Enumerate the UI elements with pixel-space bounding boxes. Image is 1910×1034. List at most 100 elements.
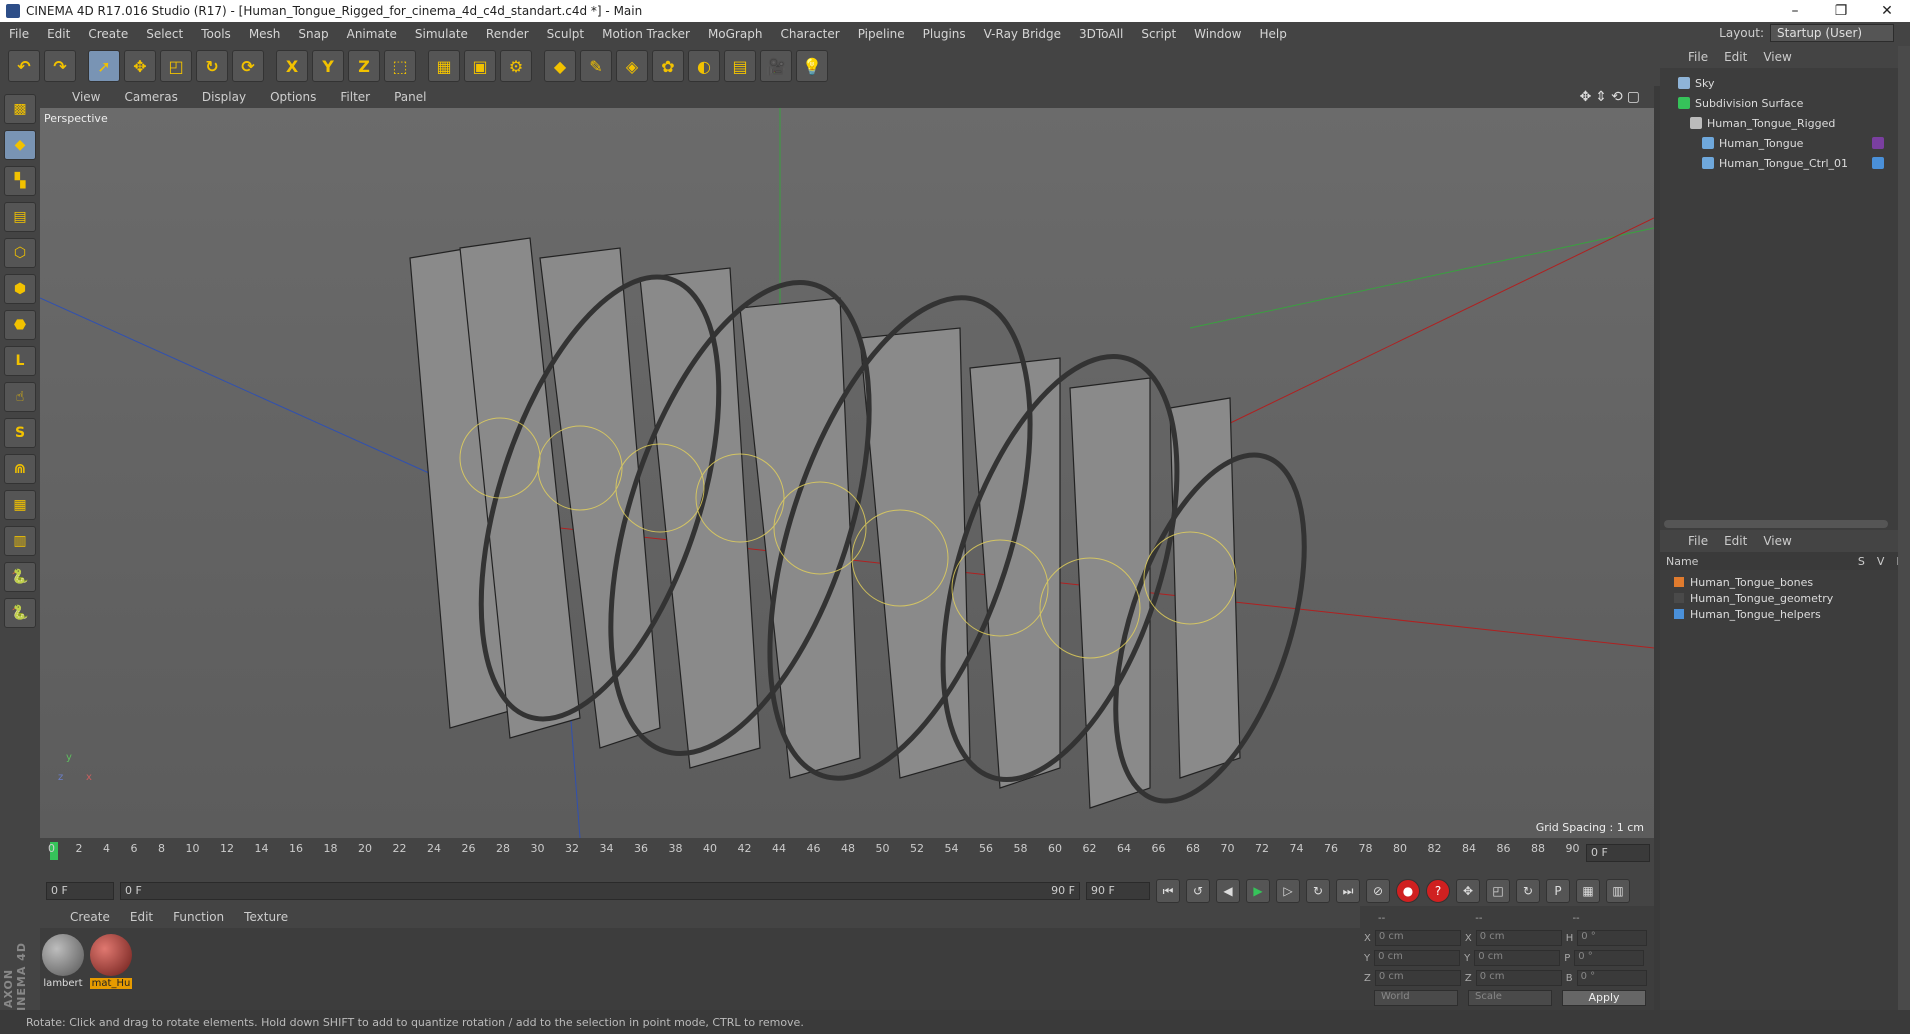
viewport-menu-options[interactable]: Options	[258, 90, 328, 104]
play-icon[interactable]: ▶	[1246, 879, 1270, 903]
light-icon[interactable]: 💡	[796, 50, 828, 82]
position-x-field[interactable]: 0 cm	[1374, 930, 1461, 946]
workplane-snap-icon[interactable]: ▥	[4, 526, 36, 556]
object-manager-scrollbar[interactable]	[1664, 520, 1888, 528]
menu-create[interactable]: Create	[79, 27, 137, 41]
objects-menu-edit[interactable]: Edit	[1716, 50, 1755, 64]
viewport-menu-view[interactable]: View	[60, 90, 112, 104]
menu-select[interactable]: Select	[137, 27, 192, 41]
timeline-window-icon[interactable]: ▥	[1606, 879, 1630, 903]
frame-range-slider[interactable]: 0 F 90 F	[120, 882, 1080, 900]
position-y-field[interactable]: 0 cm	[1374, 950, 1461, 966]
redo-icon[interactable]: ↷	[44, 50, 76, 82]
viewport-menu-cameras[interactable]: Cameras	[112, 90, 189, 104]
menu-character[interactable]: Character	[771, 27, 848, 41]
layers-menu-edit[interactable]: Edit	[1716, 534, 1755, 548]
key-position-icon[interactable]: ✥	[1456, 879, 1480, 903]
key-rotation-icon[interactable]: ↻	[1516, 879, 1540, 903]
layer-color-swatch[interactable]	[1674, 577, 1684, 587]
rotation-p-field[interactable]: 0 °	[1574, 950, 1645, 966]
model-mode-icon[interactable]: ◆	[4, 130, 36, 160]
position-z-field[interactable]: 0 cm	[1374, 970, 1461, 986]
key-scale-icon[interactable]: ◰	[1486, 879, 1510, 903]
y-axis-lock-button[interactable]: Y	[312, 50, 344, 82]
workplane-lock-icon[interactable]: ▦	[4, 490, 36, 520]
z-axis-lock-button[interactable]: Z	[348, 50, 380, 82]
material-mat-hu[interactable]: mat_Hu	[90, 934, 132, 989]
minimize-button[interactable]: –	[1772, 0, 1818, 22]
material-menu-texture[interactable]: Texture	[234, 910, 298, 924]
material-lambert[interactable]: lambert	[42, 934, 84, 989]
rotate-icon[interactable]: ↻	[196, 50, 228, 82]
texture-mode-icon[interactable]: ▚	[4, 166, 36, 196]
goto-end-icon[interactable]: ⏭	[1336, 879, 1360, 903]
size-x-field[interactable]: 0 cm	[1475, 930, 1562, 946]
menu-edit[interactable]: Edit	[38, 27, 79, 41]
camera-icon[interactable]: 🎥	[760, 50, 792, 82]
menu-pipeline[interactable]: Pipeline	[849, 27, 914, 41]
menu-snap[interactable]: Snap	[289, 27, 337, 41]
layer-row-bones[interactable]: Human_Tongue_bones	[1674, 574, 1894, 590]
coordinate-mode-dropdown[interactable]: Scale	[1468, 990, 1552, 1006]
layer-color-swatch[interactable]	[1674, 609, 1684, 619]
move-icon[interactable]: ✥	[124, 50, 156, 82]
objects-menu-file[interactable]: File	[1680, 50, 1716, 64]
end-frame-field[interactable]: 90 F	[1086, 882, 1150, 900]
layer-color-swatch[interactable]	[1674, 593, 1684, 603]
material-menu-function[interactable]: Function	[163, 910, 234, 924]
material-tag-icon[interactable]	[1872, 137, 1884, 149]
material-menu-edit[interactable]: Edit	[120, 910, 163, 924]
layers-menu-file[interactable]: File	[1680, 534, 1716, 548]
coordinate-space-dropdown[interactable]: World	[1374, 990, 1458, 1006]
timeline[interactable]: 0 2 4 6 8 10 12 14 16 18 20 22 24 26 28 30 32 34 36 38 40 42 4…	[40, 838, 1654, 876]
polygons-mode-icon[interactable]: ⬣	[4, 310, 36, 340]
layer-row-helpers[interactable]: Human_Tongue_helpers	[1674, 606, 1894, 622]
viewport-menu-filter[interactable]: Filter	[328, 90, 382, 104]
array-icon[interactable]: ✿	[652, 50, 684, 82]
scale-icon[interactable]: ◰	[160, 50, 192, 82]
menu-simulate[interactable]: Simulate	[406, 27, 477, 41]
object-row-human-tongue-ctrl[interactable]: Human_Tongue_Ctrl_01	[1660, 154, 1890, 172]
workplane-icon[interactable]: ▤	[4, 202, 36, 232]
menu-animate[interactable]: Animate	[338, 27, 406, 41]
viewport-navigation-icons[interactable]: ✥⇕⟲▢	[1580, 89, 1644, 105]
goto-start-icon[interactable]: ⏮	[1156, 879, 1180, 903]
object-row-human-tongue-rigged[interactable]: Human_Tongue_Rigged	[1660, 114, 1890, 132]
coordinate-system-icon[interactable]: ⬚	[384, 50, 416, 82]
layout-dropdown[interactable]: Startup (User)	[1770, 24, 1894, 42]
edges-mode-icon[interactable]: ⬢	[4, 274, 36, 304]
solo-icon[interactable]: S	[4, 418, 36, 448]
size-y-field[interactable]: 0 cm	[1474, 950, 1561, 966]
menu-script[interactable]: Script	[1132, 27, 1185, 41]
perspective-viewport[interactable]: Perspective z y x Grid Spacing: 1 cm	[40, 108, 1654, 838]
autokey-icon[interactable]: ?	[1426, 879, 1450, 903]
python-script-icon[interactable]: 🐍	[4, 598, 36, 628]
rotation-h-field[interactable]: 0 °	[1577, 930, 1648, 946]
start-frame-field[interactable]: 0 F	[46, 882, 114, 900]
rotation-b-field[interactable]: 0 °	[1576, 970, 1647, 986]
floor-icon[interactable]: ▤	[724, 50, 756, 82]
next-frame-icon[interactable]: ▷	[1276, 879, 1300, 903]
previous-frame-icon[interactable]: ◀	[1216, 879, 1240, 903]
objects-menu-view[interactable]: View	[1755, 50, 1799, 64]
tweak-mode-icon[interactable]: ☝	[4, 382, 36, 412]
recent-tool-icon[interactable]: ⟳	[232, 50, 264, 82]
render-picture-viewer-icon[interactable]: ▣	[464, 50, 496, 82]
goto-previous-key-icon[interactable]: ↺	[1186, 879, 1210, 903]
menu-sculpt[interactable]: Sculpt	[538, 27, 593, 41]
menu-tools[interactable]: Tools	[192, 27, 240, 41]
x-axis-lock-button[interactable]: X	[276, 50, 308, 82]
snap-magnet-icon[interactable]: ⋒	[4, 454, 36, 484]
viewport-menu-panel[interactable]: Panel	[382, 90, 438, 104]
material-menu-create[interactable]: Create	[60, 910, 120, 924]
make-editable-icon[interactable]: ▩	[4, 94, 36, 124]
object-row-human-tongue[interactable]: Human_Tongue	[1660, 134, 1890, 152]
key-pla-icon[interactable]: ▦	[1576, 879, 1600, 903]
side-panel-tabs[interactable]	[1898, 46, 1910, 1010]
menu-3dtoall[interactable]: 3DToAll	[1070, 27, 1132, 41]
spline-pen-icon[interactable]: ✎	[580, 50, 612, 82]
cube-icon[interactable]: ◆	[544, 50, 576, 82]
menu-render[interactable]: Render	[477, 27, 538, 41]
keyframe-icon[interactable]: ⊘	[1366, 879, 1390, 903]
apply-button[interactable]: Apply	[1562, 990, 1646, 1006]
